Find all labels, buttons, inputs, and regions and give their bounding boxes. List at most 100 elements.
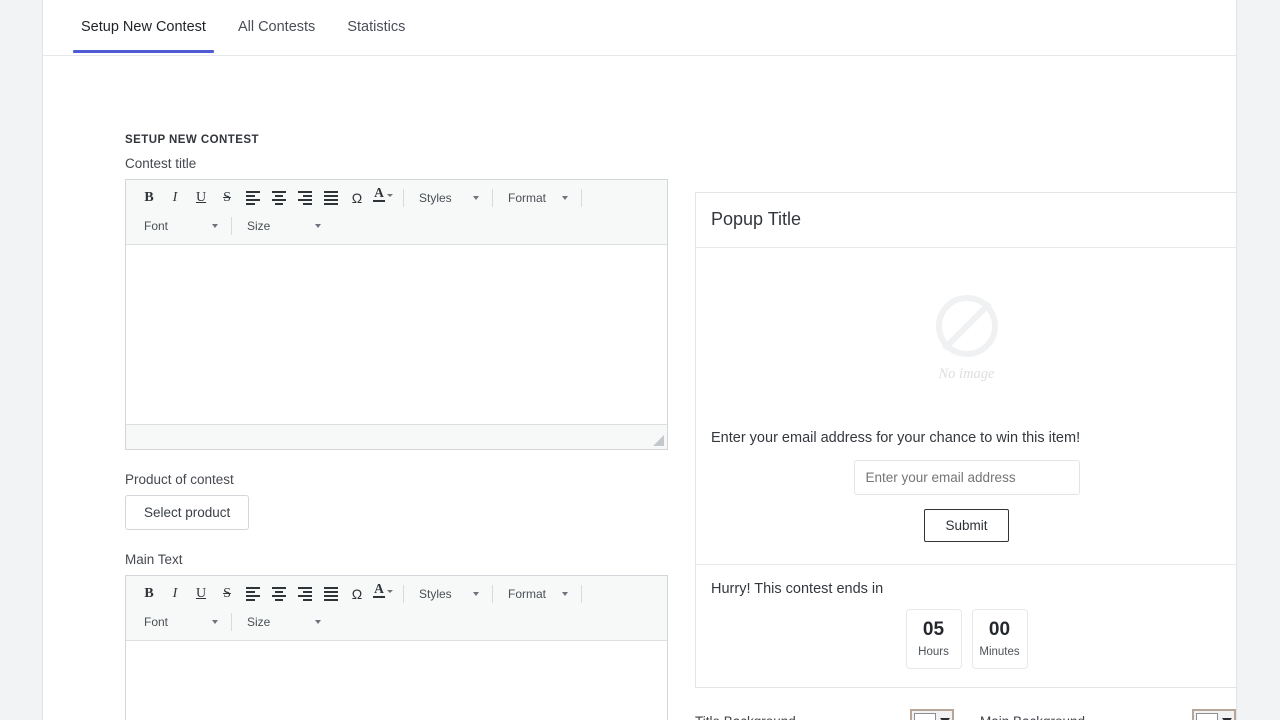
chevron-down-icon <box>387 194 393 197</box>
submit-row: Submit <box>711 509 1222 542</box>
font-label: Font <box>144 615 168 629</box>
special-character-icon[interactable]: Ω <box>344 582 370 606</box>
styles-dropdown[interactable]: Styles <box>411 583 485 605</box>
countdown-timer: 05 Hours 00 Minutes <box>711 609 1222 669</box>
font-label: Font <box>144 219 168 233</box>
page-card: Setup New Contest All Contests Statistic… <box>42 0 1237 720</box>
strikethrough-icon[interactable]: S <box>214 186 240 210</box>
content-area: SETUP NEW CONTEST Contest title B I U S <box>43 56 1236 78</box>
color-settings-grid: Title Background Main Background Footer … <box>695 709 1237 720</box>
contest-title-editor: B I U S <box>125 179 668 450</box>
color-swatch <box>914 713 936 720</box>
tab-all-contests[interactable]: All Contests <box>222 0 331 52</box>
italic-icon[interactable]: I <box>162 186 188 210</box>
popup-body: No image Enter your email address for yo… <box>696 248 1237 564</box>
align-center-icon[interactable] <box>266 186 292 210</box>
countdown-heading: Hurry! This contest ends in <box>711 581 1222 597</box>
align-justify-icon[interactable] <box>318 582 344 606</box>
countdown-label: Minutes <box>973 646 1027 658</box>
select-product-button[interactable]: Select product <box>125 495 249 530</box>
preview-column: Popup Title No image Enter your email ad… <box>695 192 1237 720</box>
size-label: Size <box>247 219 270 233</box>
chevron-down-icon <box>212 620 218 624</box>
tab-label: Setup New Contest <box>81 19 206 35</box>
main-text-label: Main Text <box>125 552 668 567</box>
italic-icon[interactable]: I <box>162 582 188 606</box>
align-center-icon[interactable] <box>266 582 292 606</box>
toolbar-divider <box>403 189 404 207</box>
format-dropdown[interactable]: Format <box>500 583 574 605</box>
countdown-value: 00 <box>973 619 1027 641</box>
page-title: SETUP NEW CONTEST <box>125 134 668 146</box>
title-background-label: Title Background <box>695 714 910 720</box>
size-dropdown[interactable]: Size <box>239 215 327 237</box>
tab-label: All Contests <box>238 19 315 35</box>
align-justify-icon[interactable] <box>318 186 344 210</box>
contest-title-label: Contest title <box>125 156 668 171</box>
resize-grip-icon[interactable] <box>653 435 664 446</box>
underline-icon[interactable]: U <box>188 582 214 606</box>
contest-title-input[interactable] <box>126 245 667 425</box>
popup-preview: Popup Title No image Enter your email ad… <box>695 192 1237 688</box>
strikethrough-icon[interactable]: S <box>214 582 240 606</box>
special-character-icon[interactable]: Ω <box>344 186 370 210</box>
editor-status-bar <box>126 425 667 449</box>
toolbar-divider <box>231 217 232 235</box>
main-text-editor: B I U S <box>125 575 668 720</box>
align-left-icon[interactable] <box>240 582 266 606</box>
chevron-down-icon <box>387 590 393 593</box>
popup-footer: Hurry! This contest ends in 05 Hours 00 … <box>696 564 1237 687</box>
chevron-down-icon <box>473 592 479 596</box>
chevron-down-icon <box>562 592 568 596</box>
editor-toolbar: B I U S <box>126 576 667 641</box>
countdown-value: 05 <box>907 619 961 641</box>
title-background-picker[interactable] <box>910 709 954 720</box>
toolbar-divider <box>492 585 493 603</box>
toolbar-divider <box>581 585 582 603</box>
bold-icon[interactable]: B <box>136 186 162 210</box>
tab-setup-new-contest[interactable]: Setup New Contest <box>65 0 222 52</box>
toolbar-divider <box>231 613 232 631</box>
main-background-picker[interactable] <box>1192 709 1236 720</box>
popup-prompt: Enter your email address for your chance… <box>711 430 1222 446</box>
format-dropdown[interactable]: Format <box>500 187 574 209</box>
main-text-input[interactable] <box>126 641 667 720</box>
size-label: Size <box>247 615 270 629</box>
underline-icon[interactable]: U <box>188 186 214 210</box>
format-label: Format <box>508 191 546 205</box>
email-field[interactable] <box>854 460 1080 495</box>
toolbar-divider <box>403 585 404 603</box>
tab-statistics[interactable]: Statistics <box>331 0 421 52</box>
styles-dropdown[interactable]: Styles <box>411 187 485 209</box>
align-right-icon[interactable] <box>292 582 318 606</box>
tab-label: Statistics <box>347 19 405 35</box>
styles-label: Styles <box>419 191 452 205</box>
editor-toolbar: B I U S <box>126 180 667 245</box>
color-swatch <box>1196 713 1218 720</box>
toolbar-divider <box>492 189 493 207</box>
main-background-label: Main Background <box>980 714 1192 720</box>
toolbar-divider <box>581 189 582 207</box>
font-dropdown[interactable]: Font <box>136 215 224 237</box>
chevron-down-icon <box>315 620 321 624</box>
chevron-down-icon <box>315 224 321 228</box>
size-dropdown[interactable]: Size <box>239 611 327 633</box>
tab-bar: Setup New Contest All Contests Statistic… <box>43 0 1236 56</box>
align-left-icon[interactable] <box>240 186 266 210</box>
bold-icon[interactable]: B <box>136 582 162 606</box>
styles-label: Styles <box>419 587 452 601</box>
font-dropdown[interactable]: Font <box>136 611 224 633</box>
align-right-icon[interactable] <box>292 186 318 210</box>
countdown-minutes: 00 Minutes <box>972 609 1028 669</box>
format-label: Format <box>508 587 546 601</box>
no-image-placeholder: No image <box>711 264 1222 414</box>
chevron-down-icon <box>212 224 218 228</box>
text-color-icon[interactable]: A <box>370 582 396 606</box>
form-column: SETUP NEW CONTEST Contest title B I U S <box>125 134 668 720</box>
text-color-icon[interactable]: A <box>370 186 396 210</box>
no-image-icon <box>936 295 998 357</box>
chevron-down-icon <box>562 196 568 200</box>
no-image-label: No image <box>939 366 995 383</box>
countdown-hours: 05 Hours <box>906 609 962 669</box>
submit-button[interactable]: Submit <box>924 509 1008 542</box>
